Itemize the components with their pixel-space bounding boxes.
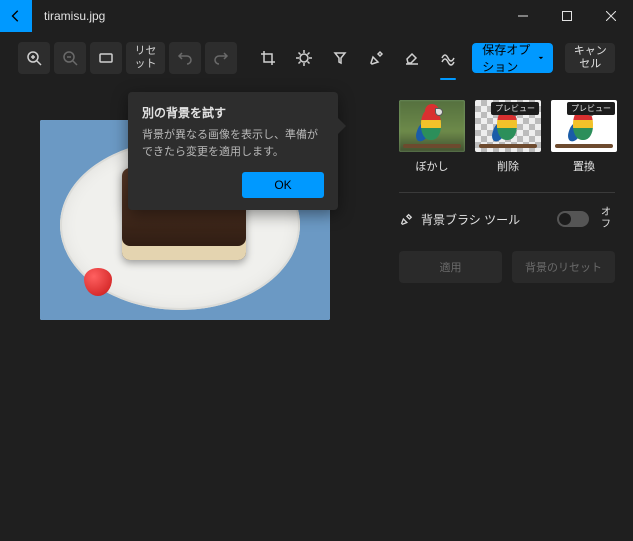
image-canvas[interactable]: 別の背景を試す 背景が異なる画像を表示し、準備ができたら変更を適用します。 OK [0, 84, 381, 541]
adjust-tool-button[interactable] [288, 42, 320, 74]
bg-option-label: 置換 [551, 158, 617, 174]
bg-option-blur[interactable]: ぼかし [399, 100, 465, 174]
crop-tool-button[interactable] [252, 42, 284, 74]
close-button[interactable] [589, 0, 633, 32]
background-panel: ぼかし プレビュー 削除 プレビュー 置換 背景ブラシ ツール オフ 適用 背景… [381, 84, 633, 541]
zoom-fit-button[interactable] [90, 42, 122, 74]
preview-badge: プレビュー [567, 102, 615, 115]
brush-toggle[interactable] [557, 211, 589, 227]
apply-button[interactable]: 適用 [399, 251, 502, 283]
back-button[interactable] [0, 0, 32, 32]
cancel-button[interactable]: キャンセル [565, 43, 615, 73]
undo-button[interactable] [169, 42, 201, 74]
bg-option-label: ぼかし [399, 158, 465, 174]
markup-tool-button[interactable] [360, 42, 392, 74]
save-options-button[interactable]: 保存オプション [472, 43, 553, 73]
erase-tool-button[interactable] [396, 42, 428, 74]
divider [399, 192, 615, 193]
window-title: tiramisu.jpg [32, 9, 501, 23]
hint-tooltip: 別の背景を試す 背景が異なる画像を表示し、準備ができたら変更を適用します。 OK [128, 92, 338, 210]
bg-option-label: 削除 [475, 158, 541, 174]
bg-option-remove[interactable]: プレビュー 削除 [475, 100, 541, 174]
save-options-label: 保存オプション [482, 41, 531, 75]
reset-background-button[interactable]: 背景のリセット [512, 251, 615, 283]
preview-badge: プレビュー [491, 102, 539, 115]
zoom-out-button[interactable] [54, 42, 86, 74]
tooltip-title: 別の背景を試す [142, 104, 324, 121]
zoom-in-button[interactable] [18, 42, 50, 74]
brush-tool-label: 背景ブラシ ツール [421, 211, 549, 228]
chevron-down-icon [538, 53, 544, 63]
brush-icon [399, 212, 413, 226]
bg-option-replace[interactable]: プレビュー 置換 [551, 100, 617, 174]
maximize-button[interactable] [545, 0, 589, 32]
filter-tool-button[interactable] [324, 42, 356, 74]
tooltip-ok-button[interactable]: OK [242, 172, 324, 198]
background-tool-button[interactable] [432, 42, 464, 74]
redo-button[interactable] [205, 42, 237, 74]
reset-button[interactable]: リセット [126, 42, 165, 74]
brush-toggle-state: オフ [597, 207, 615, 231]
tooltip-body: 背景が異なる画像を表示し、準備ができたら変更を適用します。 [142, 127, 324, 160]
minimize-button[interactable] [501, 0, 545, 32]
